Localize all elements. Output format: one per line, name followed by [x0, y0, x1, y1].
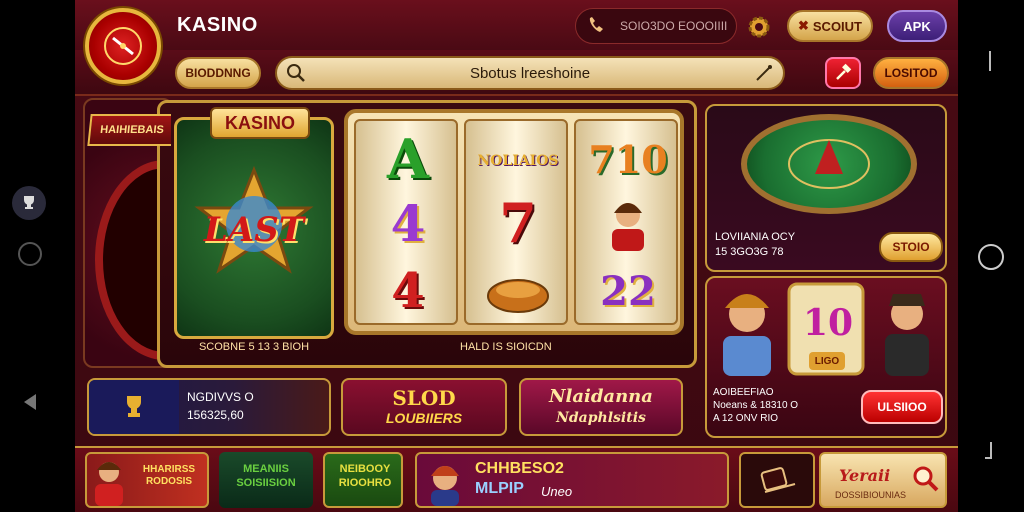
bottom-tile-1[interactable]: HHARIRSS RODOSIS	[85, 452, 209, 508]
bottom-tile-4-line3: Uneo	[541, 484, 573, 499]
phone-pill[interactable]: SOIO3DO EOOOIIII	[575, 8, 737, 44]
promo-tile-sub: Ndaphlsitis	[556, 410, 646, 426]
settings-button[interactable]	[743, 11, 775, 43]
clock-logo-icon	[104, 27, 142, 65]
system-bar-left	[0, 0, 62, 512]
bottom-tile-3-text: NEIBOOY RIOOHRO	[338, 463, 392, 489]
slot-tile-title: SLOD	[392, 386, 456, 410]
reel-symbol: 4	[390, 193, 426, 253]
bottom-tile-3[interactable]: NEIBOOY RIOOHRO	[323, 452, 403, 508]
reel-1: A 4 4	[354, 119, 458, 325]
roulette-side-badge: HAIHIEBAIS	[87, 114, 171, 146]
slot-tile-sub: LOUBIIERS	[385, 410, 463, 426]
hammer-button[interactable]	[825, 57, 861, 89]
slot-reels[interactable]: A 4 4 NOLIAIOS 7 710 22	[344, 109, 684, 335]
gear-icon	[748, 16, 770, 38]
reel-symbol: 710	[588, 136, 668, 182]
app-icon[interactable]	[12, 186, 46, 220]
home-circle-icon[interactable]	[18, 242, 42, 266]
recents-icon[interactable]	[984, 442, 996, 462]
bottom-tile-2-text: MEANIIS SOISIISION	[236, 463, 296, 489]
search-text: Sbotus lreeshoine	[469, 64, 591, 82]
star-icon: ✖	[797, 18, 809, 33]
roulette-label-line2: 15 3GO3G 78	[715, 246, 784, 258]
promo-big-number: 10	[803, 302, 854, 344]
roulette-play-button[interactable]: STOIO	[879, 232, 943, 262]
card-caption: SCOBNE 5 13 3 BIOH	[198, 341, 310, 353]
back-icon[interactable]	[20, 392, 40, 412]
bottom-tile-4[interactable]: CHHBESO2 MLPIP Uneo	[415, 452, 729, 508]
login-button[interactable]: ✖ SCOIUT	[787, 10, 873, 42]
roulette-label-line1: LOVIIANIA OCY	[715, 231, 796, 243]
bottom-tile-4-line2: MLPIP	[475, 480, 524, 497]
apk-button[interactable]: APK	[887, 10, 947, 42]
status-indicator	[984, 50, 996, 72]
reel-symbol: 4	[391, 263, 425, 319]
reel-symbol: 7	[499, 191, 537, 255]
bottom-search-title: Yeraii	[839, 466, 891, 485]
phone-icon	[589, 17, 603, 32]
promo-label-line2: Noeans & 18310 O	[713, 400, 799, 411]
game-screen: KASINO SOIO3DO EOOOIIII ✖ SCOIUT APK BIO…	[75, 0, 958, 512]
jackpot-tile[interactable]: NGDIVVS O 156325,60	[87, 378, 331, 436]
bottom-tile-2[interactable]: MEANIIS SOISIISION	[219, 452, 313, 508]
slot-tile[interactable]: SLOD LOUBIIERS	[341, 378, 507, 436]
search-bar[interactable]: Sbotus lreeshoine	[275, 56, 785, 90]
magnifier-icon	[913, 466, 939, 492]
reel-3: 710 22	[574, 119, 678, 325]
promo-action-button[interactable]: ULSIIOO	[861, 390, 943, 424]
promo-tile-title: Nlaidanna	[549, 386, 653, 407]
phone-text: SOIO3DO EOOOIIII	[620, 19, 728, 33]
trophy-tile-icon	[89, 380, 179, 434]
system-bar-right	[958, 0, 1024, 512]
reel-2: NOLIAIOS 7	[464, 119, 568, 325]
helmet-character-icon	[431, 466, 459, 506]
character-icon	[95, 462, 123, 506]
main-area: HAIHIEBAIS LAST KASINO SCOBNE 5 13 3 BIO…	[83, 98, 948, 444]
hammer-icon	[836, 63, 852, 80]
roulette-felt-graphic	[741, 114, 917, 214]
jackpot-amount: 156325,60	[187, 408, 244, 422]
bottom-tile-4-line1: CHHBESO2	[475, 460, 564, 477]
roulette-table-panel[interactable]: LOVIIANIA OCY 15 3GO3G 78 STOIO	[705, 104, 947, 272]
roulette-table-label: LOVIIANIA OCY 15 3GO3G 78	[715, 230, 795, 260]
cards-button[interactable]	[739, 452, 815, 508]
lost-button[interactable]: LOSITOD	[873, 57, 949, 89]
promo-label: AOIBEEFIAO Noeans & 18310 O A 12 ONV RIO	[713, 386, 798, 425]
reel-symbol: NOLIAIOS	[477, 153, 559, 169]
roulette-center-icon	[788, 139, 870, 189]
reel-symbol: A	[387, 127, 429, 191]
jackpot-title: NGDIVVS O	[187, 390, 254, 404]
bowl-symbol-icon	[472, 261, 564, 321]
trophy-icon	[24, 196, 34, 209]
slot-machine-panel[interactable]: LAST KASINO SCOBNE 5 13 3 BIOH A 4 4 NOL…	[157, 100, 697, 368]
promo-label-line3: A 12 ONV RIO	[713, 413, 779, 424]
bottom-search-sub: DOSSIBIOUNIAS	[835, 490, 907, 500]
reels-caption: HALD IS SIOICDN	[460, 341, 552, 353]
home-button-icon[interactable]	[978, 244, 1004, 270]
promo-sub-number: LIGO	[809, 352, 845, 370]
bottom-tile-1-text: HHARIRSS RODOSIS	[142, 464, 196, 487]
reel-symbol: 22	[600, 267, 656, 315]
login-label: SCOIUT	[812, 18, 863, 34]
search-icon	[283, 60, 309, 86]
cards-icon	[760, 467, 796, 493]
wand-icon[interactable]	[751, 60, 777, 86]
bonus-button[interactable]: BIODDNNG	[175, 57, 261, 89]
featured-game-card[interactable]: LAST	[174, 117, 334, 339]
top-bar: KASINO SOIO3DO EOOOIIII ✖ SCOIUT APK	[75, 0, 958, 50]
kasino-logo[interactable]	[85, 8, 161, 84]
promo-right-panel[interactable]: 10 LIGO AOIBEEFIAO Noeans & 18310 O A 12…	[705, 276, 947, 438]
device-frame: KASINO SOIO3DO EOOOIIII ✖ SCOIUT APK BIO…	[0, 0, 1024, 512]
promo-label-line1: AOIBEEFIAO	[713, 387, 774, 398]
bottom-game-strip: HHARIRSS RODOSIS MEANIIS SOISIISION NEIB…	[75, 446, 958, 512]
card-badge: KASINO	[210, 107, 310, 139]
app-title: KASINO	[177, 14, 258, 36]
toolbar-row: BIODDNNG Sbotus lreeshoine LOSITOD	[75, 50, 958, 96]
promo-tile[interactable]: Nlaidanna Ndaphlsitis	[519, 378, 683, 436]
card-logo-text: LAST	[203, 210, 305, 250]
character-symbol-icon	[582, 193, 674, 253]
bottom-search-tile[interactable]: Yeraii DOSSIBIOUNIAS	[819, 452, 947, 508]
